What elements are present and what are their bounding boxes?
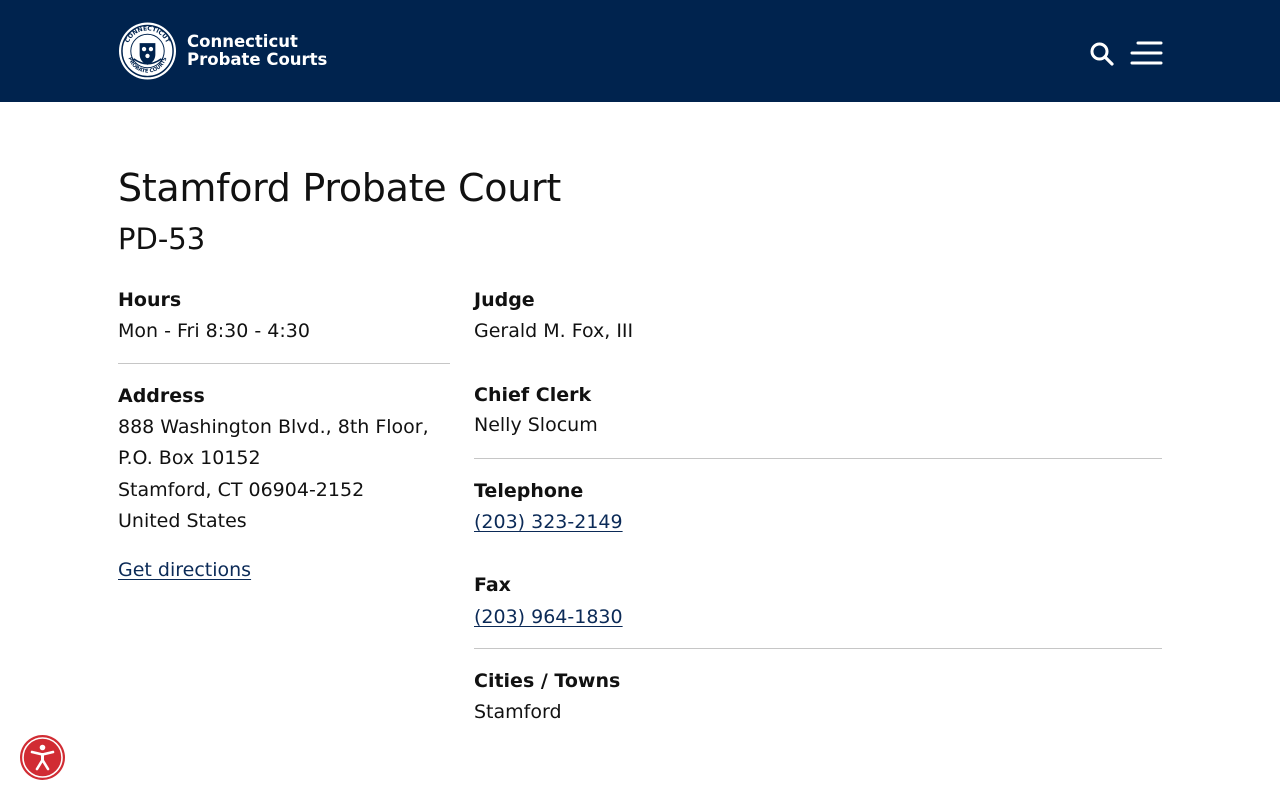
cities-towns-value: Stamford bbox=[474, 701, 562, 723]
get-directions-link[interactable]: Get directions bbox=[118, 557, 251, 583]
court-seal-icon: CONNECTICUT PROBATE COURTS bbox=[118, 22, 177, 80]
fax-link[interactable]: (203) 964-1830 bbox=[474, 604, 623, 630]
logo-line-1: Connecticut bbox=[187, 32, 298, 51]
address-line-4: United States bbox=[118, 510, 247, 532]
logo-line-2: Probate Courts bbox=[187, 50, 328, 69]
accessibility-icon bbox=[22, 737, 63, 778]
district-code: PD-53 bbox=[118, 222, 206, 256]
hours-value: Mon - Fri 8:30 - 4:30 bbox=[118, 320, 310, 342]
search-icon bbox=[1090, 42, 1114, 66]
judge-value: Gerald M. Fox, III bbox=[474, 320, 634, 342]
judge-label: Judge bbox=[474, 289, 535, 311]
telephone-label: Telephone bbox=[474, 480, 584, 502]
menu-icon bbox=[1130, 41, 1163, 65]
site-header: CONNECTICUT PROBATE COURTS Connecticut P… bbox=[0, 0, 1280, 102]
address-line-1: 888 Washington Blvd., 8th Floor, bbox=[118, 416, 429, 438]
fax-label: Fax bbox=[474, 574, 511, 596]
page-title: Stamford Probate Court bbox=[118, 166, 561, 210]
hours-label: Hours bbox=[118, 289, 182, 311]
telephone-link[interactable]: (203) 323-2149 bbox=[474, 509, 623, 535]
home-logo-link[interactable]: CONNECTICUT PROBATE COURTS Connecticut P… bbox=[118, 21, 327, 81]
address-line-3: Stamford, CT 06904-2152 bbox=[118, 479, 365, 501]
address-line-2: P.O. Box 10152 bbox=[118, 447, 261, 469]
menu-button[interactable] bbox=[1130, 40, 1163, 66]
cities-towns-label: Cities / Towns bbox=[474, 670, 621, 692]
logo-text: Connecticut Probate Courts bbox=[187, 33, 327, 69]
chief-clerk-value: Nelly Slocum bbox=[474, 414, 598, 436]
divider bbox=[118, 363, 450, 364]
address-label: Address bbox=[118, 385, 205, 407]
divider bbox=[474, 458, 1162, 459]
search-button[interactable] bbox=[1089, 41, 1115, 67]
divider bbox=[474, 648, 1162, 649]
accessibility-button[interactable] bbox=[20, 735, 65, 780]
chief-clerk-label: Chief Clerk bbox=[474, 384, 592, 406]
